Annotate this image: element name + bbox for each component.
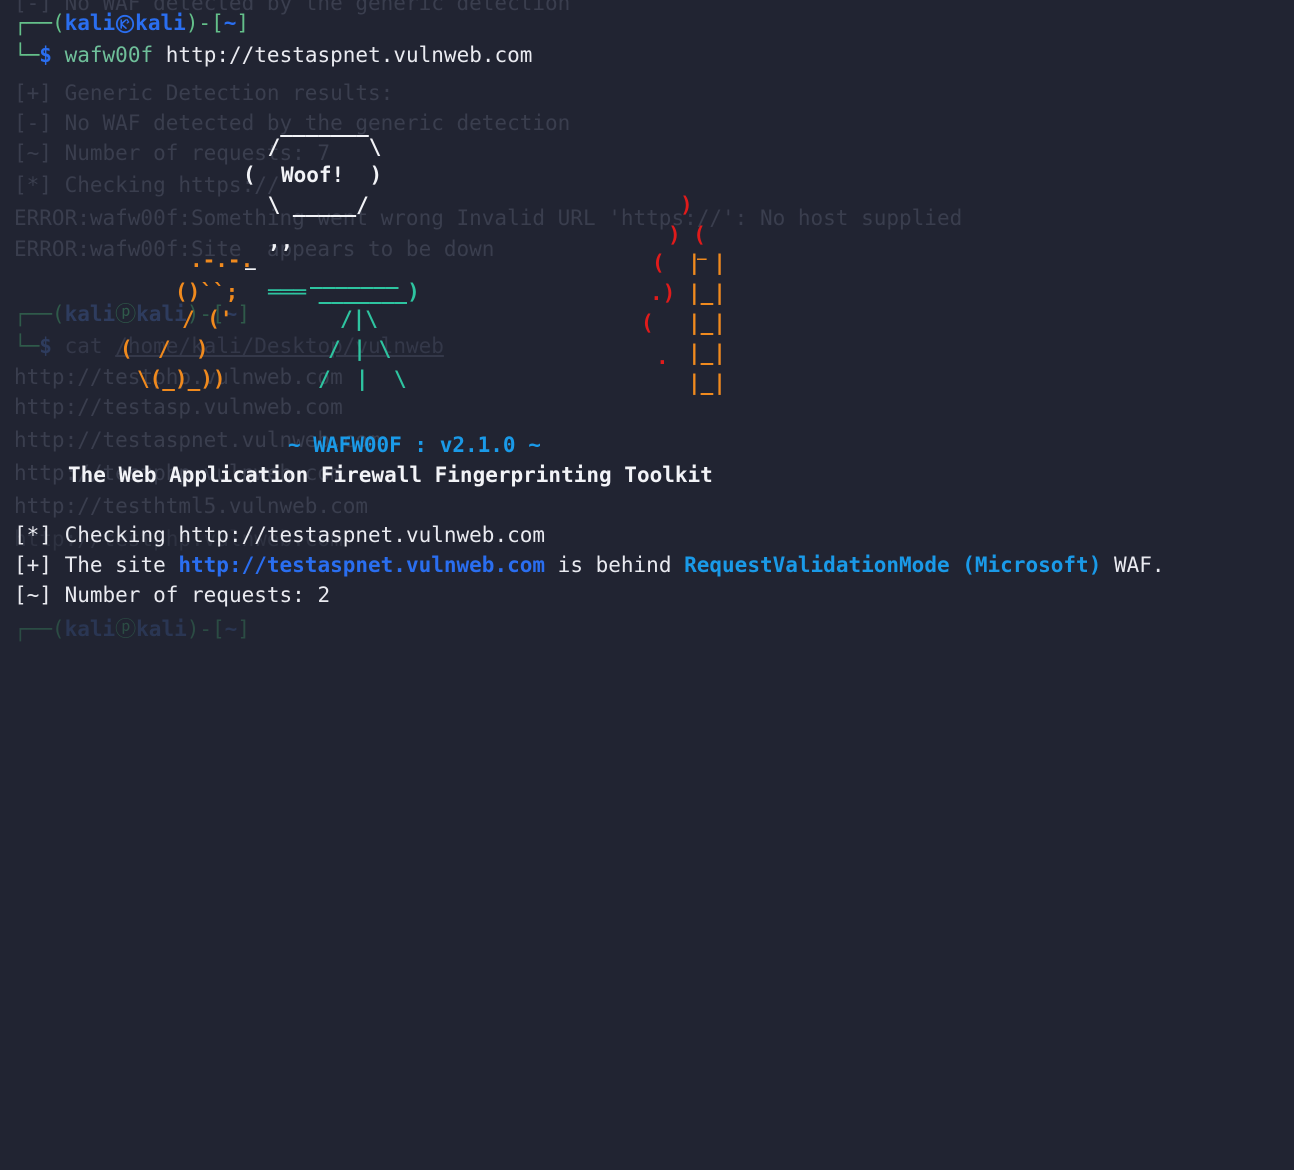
prompt-user: kali (64, 11, 116, 35)
prompt-cwd: ~ (223, 11, 237, 35)
command-line[interactable]: └─$ wafw00f http://testaspnet.vulnweb.co… (14, 40, 532, 70)
request-count: 2 (317, 583, 331, 607)
output-marker: [~] (14, 583, 52, 607)
kali-dragon-logo-icon (115, 14, 135, 34)
foreground-output-layer: ┌──(kali kali)-[~] └─$ wafw00f http://tes… (0, 0, 1294, 632)
prompt-open-bracket: [ (211, 11, 224, 35)
terminal-window[interactable]: [-] No WAF detected by the generic detec… (0, 0, 1294, 641)
prompt-host: kali (135, 11, 186, 35)
output-line-checking: [*] Checking http://testaspnet.vulnweb.c… (14, 523, 546, 547)
prompt-close-bracket: ] (236, 11, 250, 35)
prompt-close-paren: ) (185, 11, 199, 35)
command-program: wafw00f (64, 43, 154, 67)
banner-title: ~ WAFW00F : v2.1.0 ~ (288, 433, 541, 457)
command-argument: http://testaspnet.vulnweb.com (165, 43, 533, 67)
prompt-line: ┌──(kali kali)-[~] (14, 8, 249, 38)
banner-subtitle: The Web Application Firewall Fingerprint… (68, 463, 713, 487)
output-target: http://testaspnet.vulnweb.com (178, 523, 546, 547)
prompt-sigil: $ (39, 43, 52, 67)
output-site-link[interactable]: http://testaspnet.vulnweb.com (178, 553, 545, 577)
output-marker: [+] (14, 553, 52, 577)
prompt-open-paren: ( (51, 11, 65, 35)
waf-name: RequestValidationMode (Microsoft) (684, 553, 1102, 577)
output-line-result: [+] The site http://testaspnet.vulnweb.c… (14, 553, 1165, 577)
output-marker: [*] (14, 523, 52, 547)
prompt-top-corner: ┌── (14, 11, 52, 35)
output-line-requests: [~] Number of requests: 2 (14, 583, 331, 607)
prompt-dash: - (198, 11, 212, 35)
prompt-bottom-corner: └─ (14, 43, 40, 67)
